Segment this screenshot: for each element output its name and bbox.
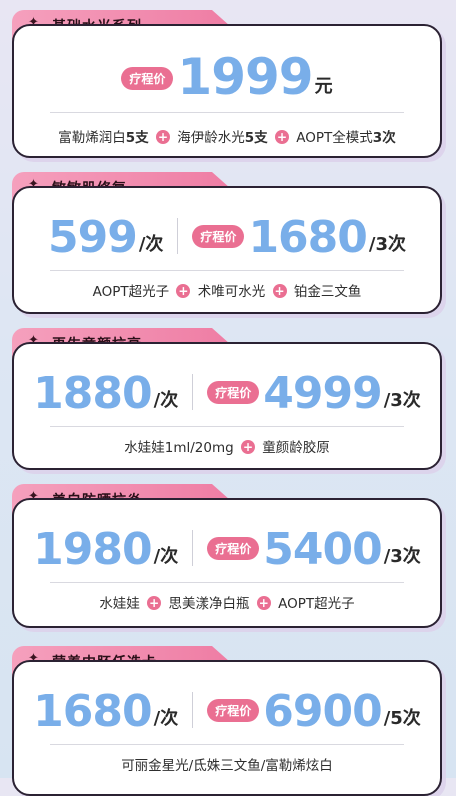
plus-icon: + bbox=[272, 284, 287, 298]
single-price: 1880 bbox=[33, 368, 152, 419]
single-price: 1680 bbox=[33, 686, 152, 737]
divider bbox=[50, 582, 404, 583]
divider bbox=[50, 426, 404, 427]
single-unit: /次 bbox=[153, 546, 179, 567]
course-price: 4999 bbox=[263, 368, 382, 419]
item-count: 5支 bbox=[244, 130, 268, 146]
card-panel: 599 /次 疗程价 1680 /3次 AOPT超光子 + 术唯可水光 + 铂金… bbox=[12, 186, 442, 314]
course-price-badge: 疗程价 bbox=[207, 381, 260, 404]
card-panel: 1680 /次 疗程价 6900 /5次 可丽金星光/氐姝三文鱼/富勒烯炫白 bbox=[12, 660, 442, 796]
course-price: 6900 bbox=[263, 686, 382, 737]
single-price: 1980 bbox=[33, 524, 152, 575]
course-unit: /3次 bbox=[383, 546, 421, 567]
item-label: 铂金三文鱼 bbox=[293, 284, 362, 300]
package-items: 可丽金星光/氐姝三文鱼/富勒烯炫白 bbox=[14, 754, 440, 774]
plus-icon: + bbox=[240, 440, 255, 454]
item-label: 童颜龄胶原 bbox=[262, 440, 330, 456]
plus-icon: + bbox=[147, 596, 162, 610]
course-price-badge: 疗程价 bbox=[207, 699, 260, 722]
divider bbox=[192, 530, 194, 566]
divider bbox=[50, 112, 404, 113]
price-unit: 元 bbox=[314, 76, 333, 97]
package-card-mesotherapy[interactable]: ✦ 营养中胚任选卡 1680 /次 疗程价 6900 /5次 可丽金星光/氐姝三… bbox=[12, 646, 442, 796]
item-count: 5支 bbox=[125, 130, 149, 146]
package-card-regeneration[interactable]: ✦ 再生童颜抗衰 1880 /次 疗程价 4999 /3次 水娃娃1ml/20m… bbox=[12, 328, 442, 470]
package-items: 水娃娃1ml/20mg + 童颜龄胶原 bbox=[14, 436, 440, 456]
item-label: 富勒烯润白 bbox=[58, 130, 126, 146]
package-items: 富勒烯润白5支 + 海伊龄水光5支 + AOPT全模式3次 bbox=[14, 126, 440, 146]
item-label: AOPT超光子 bbox=[278, 596, 355, 612]
course-unit: /3次 bbox=[383, 390, 421, 411]
item-label: 思美漾净白瓶 bbox=[168, 596, 250, 612]
course-unit: /5次 bbox=[383, 708, 421, 729]
plus-icon: + bbox=[155, 130, 170, 144]
card-panel: 1980 /次 疗程价 5400 /3次 水娃娃 + 思美漾净白瓶 + AOPT… bbox=[12, 498, 442, 628]
item-label: 可丽金星光/氐姝三文鱼/富勒烯炫白 bbox=[121, 758, 333, 774]
divider bbox=[192, 374, 194, 410]
divider bbox=[50, 270, 404, 271]
course-price-badge: 疗程价 bbox=[121, 67, 174, 90]
item-label: 水娃娃1ml/20mg bbox=[124, 440, 234, 456]
plus-icon: + bbox=[274, 130, 289, 144]
course-price: 1680 bbox=[248, 212, 367, 263]
package-card-whitening[interactable]: ✦ 美白防晒抗炎 1980 /次 疗程价 5400 /3次 水娃娃 + 思美漾净… bbox=[12, 484, 442, 628]
item-count: 3次 bbox=[372, 130, 396, 146]
course-unit: /3次 bbox=[368, 234, 407, 255]
course-price: 5400 bbox=[263, 524, 382, 575]
package-items: AOPT超光子 + 术唯可水光 + 铂金三文鱼 bbox=[14, 280, 440, 300]
item-label: 水娃娃 bbox=[99, 596, 140, 612]
divider bbox=[50, 744, 404, 745]
single-unit: /次 bbox=[138, 234, 164, 255]
package-items: 水娃娃 + 思美漾净白瓶 + AOPT超光子 bbox=[14, 592, 440, 612]
item-label: 术唯可水光 bbox=[197, 284, 266, 300]
single-unit: /次 bbox=[153, 708, 179, 729]
plus-icon: + bbox=[256, 596, 271, 610]
plus-icon: + bbox=[176, 284, 191, 298]
course-price-badge: 疗程价 bbox=[192, 225, 245, 248]
item-label: 海伊龄水光 bbox=[177, 130, 245, 146]
course-price: 1999 bbox=[177, 48, 313, 106]
single-price: 599 bbox=[47, 212, 138, 263]
package-card-sensitive-repair[interactable]: ✦ 敏敏肌修复 599 /次 疗程价 1680 /3次 AOPT超光子 + 术唯… bbox=[12, 172, 442, 314]
card-panel: 1880 /次 疗程价 4999 /3次 水娃娃1ml/20mg + 童颜龄胶原 bbox=[12, 342, 442, 470]
single-unit: /次 bbox=[153, 390, 179, 411]
divider bbox=[192, 692, 194, 728]
package-card-basic-hydration[interactable]: ✦ 基础水光系列 疗程价 1999 元 富勒烯润白5支 + 海伊龄水光5支 + … bbox=[12, 10, 442, 158]
card-panel: 疗程价 1999 元 富勒烯润白5支 + 海伊龄水光5支 + AOPT全模式3次 bbox=[12, 24, 442, 158]
item-label: AOPT超光子 bbox=[92, 284, 170, 300]
divider bbox=[177, 218, 179, 254]
item-label: AOPT全模式 bbox=[296, 130, 373, 146]
course-price-badge: 疗程价 bbox=[207, 537, 260, 560]
